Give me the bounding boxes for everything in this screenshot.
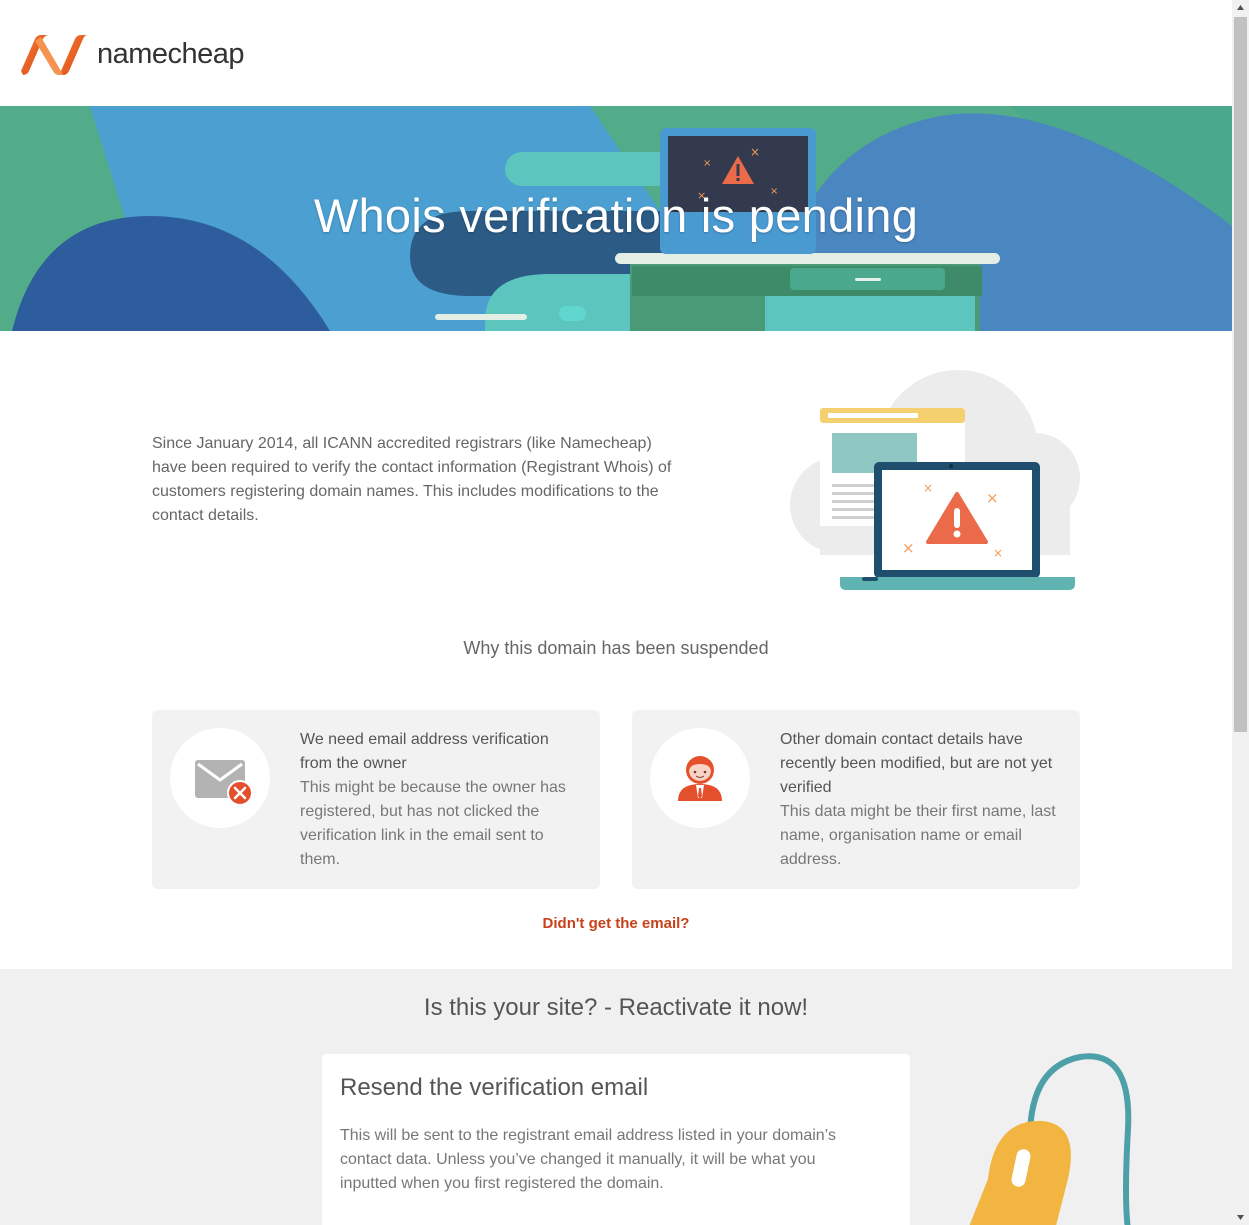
page-title: Whois verification is pending xyxy=(313,189,919,242)
reason-card-email: We need email address verification from … xyxy=(152,710,600,889)
resend-description: This will be sent to the registrant emai… xyxy=(340,1127,836,1192)
reactivate-title: Is this your site? - Reactivate it now! xyxy=(423,994,809,1021)
card-icon-circle xyxy=(650,728,750,828)
scrollbar-thumb[interactable] xyxy=(1234,17,1247,732)
svg-text:×: × xyxy=(902,539,915,557)
namecheap-logo[interactable]: namecheap xyxy=(17,33,245,75)
intro-text: Since January 2014, all ICANN accredited… xyxy=(152,435,672,524)
scroll-down-arrow-icon[interactable] xyxy=(1232,1208,1249,1225)
svg-text:×: × xyxy=(993,546,1003,560)
card-heading: We need email address verification from … xyxy=(300,731,549,772)
reactivate-section: Is this your site? - Reactivate it now! … xyxy=(0,969,1232,1225)
svg-text:×: × xyxy=(923,481,933,495)
person-icon xyxy=(678,756,722,801)
site-header: namecheap xyxy=(0,0,1232,106)
resend-title: Resend the verification email xyxy=(340,1074,649,1101)
brand-name: namecheap xyxy=(97,37,245,70)
email-error-icon xyxy=(195,760,253,806)
svg-text:×: × xyxy=(750,145,760,159)
section-title: Why this domain has been suspended xyxy=(463,638,769,658)
resend-panel: Resend the verification email This will … xyxy=(322,1054,910,1225)
mouse-illustration xyxy=(969,1053,1132,1225)
page: namecheap × × × × Whois verification is … xyxy=(0,0,1232,1225)
svg-text:×: × xyxy=(986,489,999,507)
vertical-scrollbar[interactable] xyxy=(1232,0,1249,1225)
card-icon-circle xyxy=(170,728,270,828)
namecheap-logo-icon xyxy=(21,35,87,75)
scroll-up-arrow-icon[interactable] xyxy=(1232,0,1249,17)
card-heading: Other domain contact details have recent… xyxy=(780,731,1053,796)
card-text: We need email address verification from … xyxy=(300,728,582,872)
card-body: This data might be their first name, las… xyxy=(780,803,1056,868)
laptop-warning-illustration: × × × × xyxy=(790,370,1080,590)
didnt-get-email-link[interactable]: Didn't get the email? xyxy=(0,915,1232,932)
hero-banner: × × × × Whois verification is pending xyxy=(0,106,1232,331)
reason-card-contact: Other domain contact details have recent… xyxy=(632,710,1080,889)
svg-text:×: × xyxy=(703,158,711,169)
card-body: This might be because the owner has regi… xyxy=(300,779,566,868)
card-text: Other domain contact details have recent… xyxy=(780,728,1062,872)
